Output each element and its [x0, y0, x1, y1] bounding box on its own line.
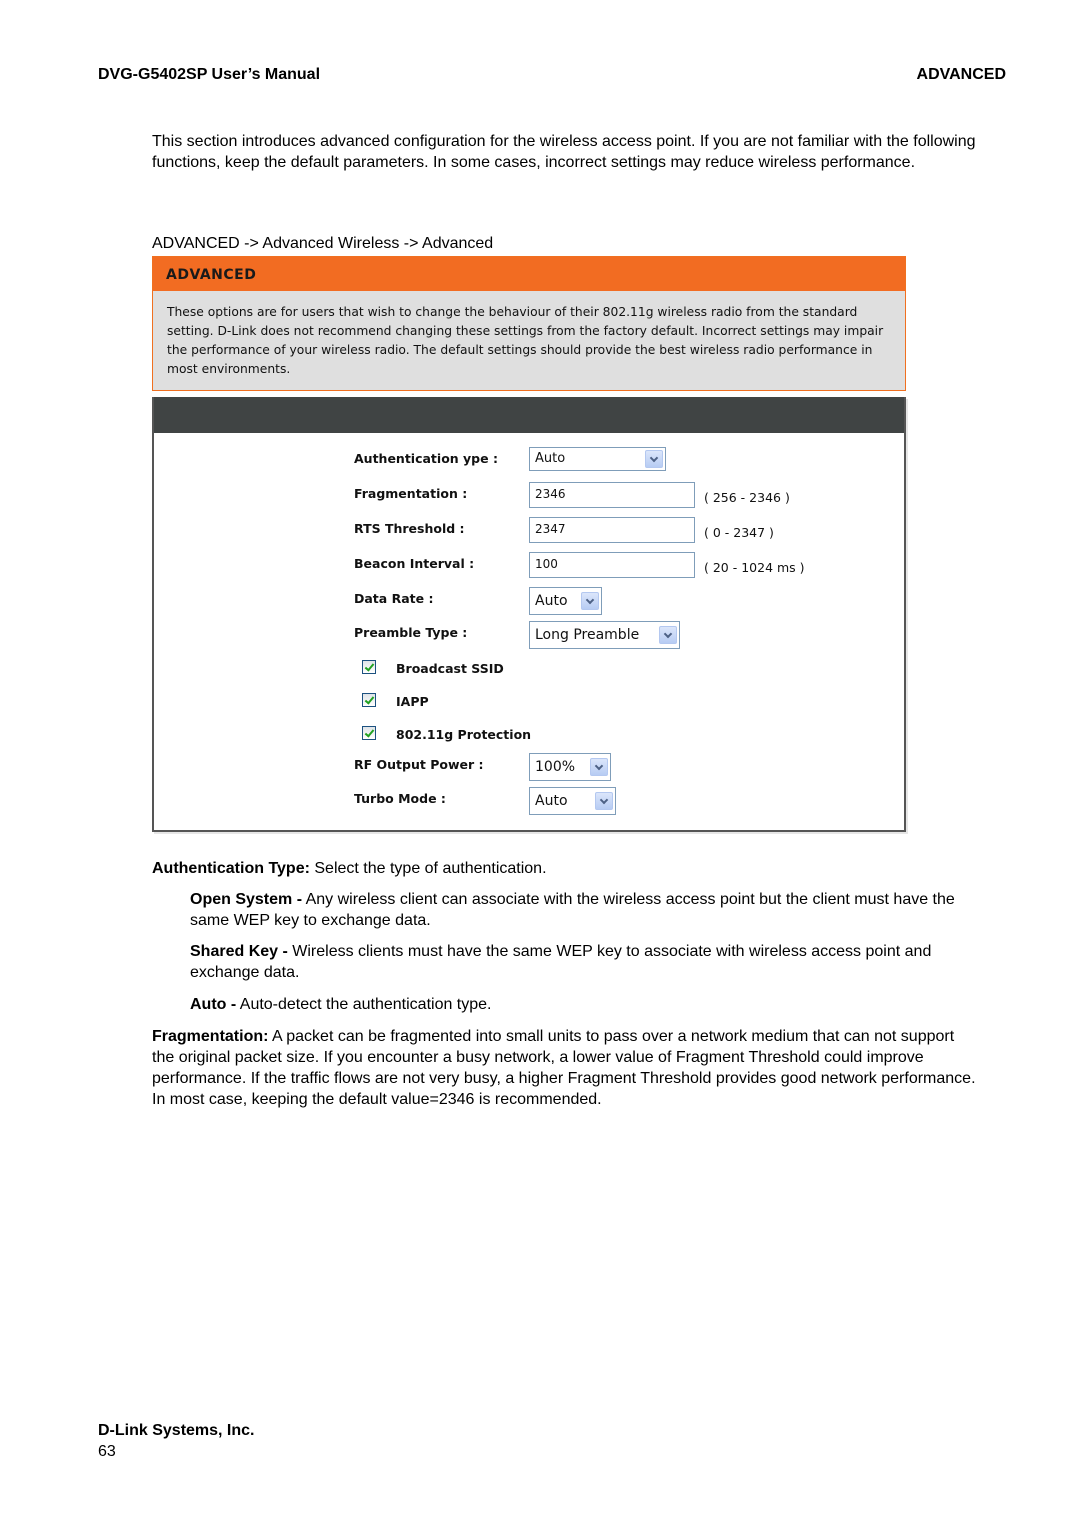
turbo-mode-value: Auto: [535, 793, 568, 809]
rts-threshold-range: ( 0 - 2347 ): [704, 525, 774, 540]
advanced-settings-form: Authentication ype : Auto Fragmentation …: [152, 397, 906, 832]
auth-type-label: Authentication ype :: [354, 451, 498, 466]
rts-threshold-input[interactable]: 2347: [529, 517, 695, 543]
chevron-down-icon[interactable]: [595, 792, 613, 810]
fragmentation-input[interactable]: 2346: [529, 482, 695, 508]
desc-open-system: Open System - Any wireless client can as…: [190, 889, 985, 931]
panel-title: ADVANCED: [153, 257, 905, 291]
desc-fragmentation: Fragmentation: A packet can be fragmente…: [152, 1026, 977, 1110]
manual-title: DVG-G5402SP User’s Manual: [98, 66, 321, 83]
data-rate-select[interactable]: Auto: [529, 587, 602, 615]
rts-threshold-label: RTS Threshold :: [354, 521, 465, 536]
definition: Auto-detect the authentication type.: [236, 996, 492, 1013]
definition: Select the type of authentication.: [309, 860, 547, 877]
beacon-interval-label: Beacon Interval :: [354, 556, 475, 571]
broadcast-ssid-checkbox[interactable]: [362, 660, 376, 674]
chevron-down-icon[interactable]: [590, 758, 608, 776]
broadcast-ssid-label: Broadcast SSID: [396, 661, 504, 676]
turbo-mode-label: Turbo Mode :: [354, 791, 446, 806]
term: Auto -: [190, 996, 237, 1013]
fragmentation-range: ( 256 - 2346 ): [704, 490, 790, 505]
preamble-type-value: Long Preamble: [535, 627, 640, 643]
term: Authentication Type:: [152, 860, 310, 877]
advanced-info-panel: ADVANCED These options are for users tha…: [152, 256, 906, 391]
auth-type-select[interactable]: Auto: [529, 447, 666, 471]
chevron-down-icon[interactable]: [645, 450, 663, 468]
data-rate-value: Auto: [535, 593, 568, 609]
beacon-interval-input[interactable]: 100: [529, 552, 695, 578]
preamble-type-label: Preamble Type :: [354, 625, 468, 640]
definition: Any wireless client can associate with t…: [190, 891, 955, 929]
rf-output-power-label: RF Output Power :: [354, 757, 484, 772]
footer-company: D-Link Systems, Inc.: [98, 1422, 255, 1439]
preamble-type-select[interactable]: Long Preamble: [529, 621, 680, 649]
chevron-down-icon[interactable]: [581, 592, 599, 610]
section-header-bar: [154, 397, 904, 433]
term: Fragmentation:: [152, 1028, 269, 1045]
auth-type-value: Auto: [535, 451, 566, 466]
rf-output-power-value: 100%: [535, 759, 576, 775]
router-ui-screenshot: ADVANCED These options are for users tha…: [152, 256, 906, 832]
desc-auto: Auto - Auto-detect the authentication ty…: [190, 994, 985, 1015]
breadcrumb: ADVANCED -> Advanced Wireless -> Advance…: [152, 235, 494, 252]
chevron-down-icon[interactable]: [659, 626, 677, 644]
data-rate-label: Data Rate :: [354, 591, 434, 606]
term: Shared Key -: [190, 943, 288, 960]
fragmentation-label: Fragmentation :: [354, 486, 468, 501]
turbo-mode-select[interactable]: Auto: [529, 787, 616, 815]
intro-paragraph: This section introduces advanced configu…: [152, 133, 976, 171]
panel-description: These options are for users that wish to…: [167, 305, 884, 376]
g-protection-checkbox[interactable]: [362, 726, 376, 740]
desc-auth-type: Authentication Type: Select the type of …: [152, 858, 982, 879]
section-title: ADVANCED: [916, 66, 1006, 83]
definition: A packet can be fragmented into small un…: [152, 1028, 976, 1108]
definition: Wireless clients must have the same WEP …: [190, 943, 932, 981]
rf-output-power-select[interactable]: 100%: [529, 753, 611, 781]
desc-shared-key: Shared Key - Wireless clients must have …: [190, 941, 985, 983]
iapp-label: IAPP: [396, 694, 429, 709]
term: Open System -: [190, 891, 303, 908]
g-protection-label: 802.11g Protection: [396, 727, 532, 742]
beacon-interval-range: ( 20 - 1024 ms ): [704, 560, 805, 575]
page-number: 63: [98, 1443, 116, 1460]
iapp-checkbox[interactable]: [362, 693, 376, 707]
